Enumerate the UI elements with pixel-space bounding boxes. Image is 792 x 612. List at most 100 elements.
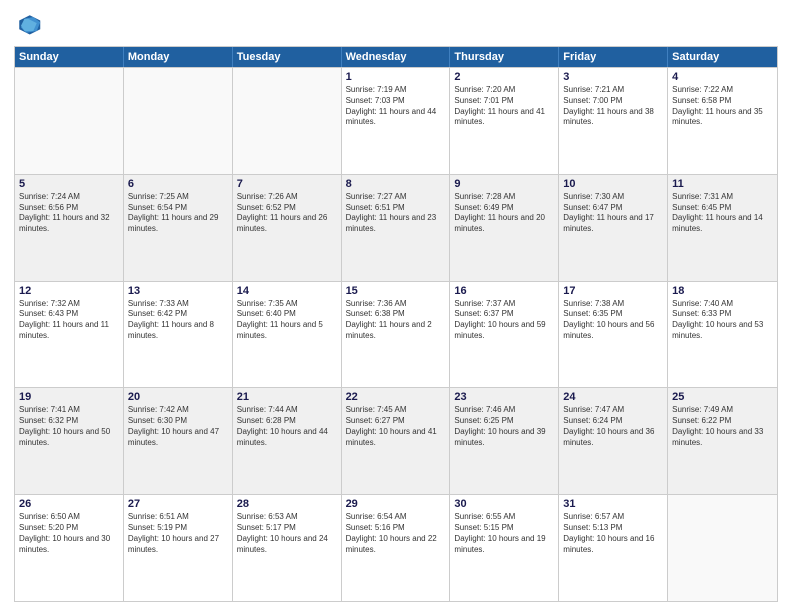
day-info: Sunrise: 7:24 AMSunset: 6:56 PMDaylight:… (19, 192, 119, 235)
calendar-cell: 17 Sunrise: 7:38 AMSunset: 6:35 PMDayligh… (559, 282, 668, 388)
day-info: Sunrise: 6:55 AMSunset: 5:15 PMDaylight:… (454, 512, 554, 555)
day-number: 2 (454, 71, 554, 83)
day-number: 29 (346, 498, 446, 510)
day-info: Sunrise: 7:42 AMSunset: 6:30 PMDaylight:… (128, 405, 228, 448)
calendar-row-3: 19 Sunrise: 7:41 AMSunset: 6:32 PMDayligh… (15, 387, 777, 494)
header-day-friday: Friday (559, 47, 668, 67)
day-number: 19 (19, 391, 119, 403)
calendar-cell (233, 68, 342, 174)
header (14, 10, 778, 38)
calendar-cell: 8 Sunrise: 7:27 AMSunset: 6:51 PMDaylight… (342, 175, 451, 281)
day-info: Sunrise: 7:22 AMSunset: 6:58 PMDaylight:… (672, 85, 773, 128)
day-info: Sunrise: 7:38 AMSunset: 6:35 PMDaylight:… (563, 299, 663, 342)
day-info: Sunrise: 7:32 AMSunset: 6:43 PMDaylight:… (19, 299, 119, 342)
calendar-row-1: 5 Sunrise: 7:24 AMSunset: 6:56 PMDaylight… (15, 174, 777, 281)
logo (14, 10, 46, 38)
calendar-cell: 31Sunrise: 6:57 AMSunset: 5:13 PMDayligh… (559, 495, 668, 601)
day-number: 8 (346, 178, 446, 190)
calendar-cell: 18 Sunrise: 7:40 AMSunset: 6:33 PMDayligh… (668, 282, 777, 388)
day-info: Sunrise: 7:46 AMSunset: 6:25 PMDaylight:… (454, 405, 554, 448)
day-info: Sunrise: 7:45 AMSunset: 6:27 PMDaylight:… (346, 405, 446, 448)
day-info: Sunrise: 7:21 AMSunset: 7:00 PMDaylight:… (563, 85, 663, 128)
calendar-cell: 22 Sunrise: 7:45 AMSunset: 6:27 PMDayligh… (342, 388, 451, 494)
day-info: Sunrise: 7:47 AMSunset: 6:24 PMDaylight:… (563, 405, 663, 448)
calendar-body: 1 Sunrise: 7:19 AMSunset: 7:03 PMDaylight… (15, 67, 777, 601)
day-number: 21 (237, 391, 337, 403)
day-number: 15 (346, 285, 446, 297)
header-day-thursday: Thursday (450, 47, 559, 67)
day-number: 4 (672, 71, 773, 83)
calendar-cell: 28 Sunrise: 6:53 AMSunset: 5:17 PMDayligh… (233, 495, 342, 601)
day-number: 16 (454, 285, 554, 297)
calendar-cell: 4 Sunrise: 7:22 AMSunset: 6:58 PMDaylight… (668, 68, 777, 174)
day-number: 24 (563, 391, 663, 403)
day-number: 28 (237, 498, 337, 510)
day-info: Sunrise: 7:30 AMSunset: 6:47 PMDaylight:… (563, 192, 663, 235)
header-day-sunday: Sunday (15, 47, 124, 67)
calendar-cell: 7Sunrise: 7:26 AMSunset: 6:52 PMDaylight… (233, 175, 342, 281)
day-info: Sunrise: 7:36 AMSunset: 6:38 PMDaylight:… (346, 299, 446, 342)
day-info: Sunrise: 7:49 AMSunset: 6:22 PMDaylight:… (672, 405, 773, 448)
day-number: 17 (563, 285, 663, 297)
calendar-cell: 11 Sunrise: 7:31 AMSunset: 6:45 PMDayligh… (668, 175, 777, 281)
day-info: Sunrise: 7:31 AMSunset: 6:45 PMDaylight:… (672, 192, 773, 235)
header-day-tuesday: Tuesday (233, 47, 342, 67)
calendar-cell: 3Sunrise: 7:21 AMSunset: 7:00 PMDaylight… (559, 68, 668, 174)
calendar-cell: 29Sunrise: 6:54 AMSunset: 5:16 PMDayligh… (342, 495, 451, 601)
day-number: 22 (346, 391, 446, 403)
calendar-cell: 1 Sunrise: 7:19 AMSunset: 7:03 PMDaylight… (342, 68, 451, 174)
logo-icon (14, 10, 42, 38)
calendar-cell: 25Sunrise: 7:49 AMSunset: 6:22 PMDayligh… (668, 388, 777, 494)
calendar-cell: 27 Sunrise: 6:51 AMSunset: 5:19 PMDayligh… (124, 495, 233, 601)
calendar-cell: 21 Sunrise: 7:44 AMSunset: 6:28 PMDayligh… (233, 388, 342, 494)
day-info: Sunrise: 7:41 AMSunset: 6:32 PMDaylight:… (19, 405, 119, 448)
day-info: Sunrise: 6:51 AMSunset: 5:19 PMDaylight:… (128, 512, 228, 555)
calendar-cell: 20 Sunrise: 7:42 AMSunset: 6:30 PMDayligh… (124, 388, 233, 494)
day-info: Sunrise: 7:37 AMSunset: 6:37 PMDaylight:… (454, 299, 554, 342)
day-info: Sunrise: 7:44 AMSunset: 6:28 PMDaylight:… (237, 405, 337, 448)
calendar-cell: 2 Sunrise: 7:20 AMSunset: 7:01 PMDaylight… (450, 68, 559, 174)
day-number: 27 (128, 498, 228, 510)
day-number: 5 (19, 178, 119, 190)
calendar-cell (124, 68, 233, 174)
calendar-cell: 9Sunrise: 7:28 AMSunset: 6:49 PMDaylight… (450, 175, 559, 281)
calendar-row-2: 12 Sunrise: 7:32 AMSunset: 6:43 PMDayligh… (15, 281, 777, 388)
calendar-cell: 14Sunrise: 7:35 AMSunset: 6:40 PMDayligh… (233, 282, 342, 388)
header-day-monday: Monday (124, 47, 233, 67)
day-info: Sunrise: 7:40 AMSunset: 6:33 PMDaylight:… (672, 299, 773, 342)
day-number: 26 (19, 498, 119, 510)
day-number: 18 (672, 285, 773, 297)
day-number: 13 (128, 285, 228, 297)
calendar-cell: 15 Sunrise: 7:36 AMSunset: 6:38 PMDayligh… (342, 282, 451, 388)
day-info: Sunrise: 6:50 AMSunset: 5:20 PMDaylight:… (19, 512, 119, 555)
day-info: Sunrise: 7:26 AMSunset: 6:52 PMDaylight:… (237, 192, 337, 235)
calendar-header: SundayMondayTuesdayWednesdayThursdayFrid… (15, 47, 777, 67)
day-number: 23 (454, 391, 554, 403)
day-number: 6 (128, 178, 228, 190)
day-number: 20 (128, 391, 228, 403)
calendar-cell: 6 Sunrise: 7:25 AMSunset: 6:54 PMDaylight… (124, 175, 233, 281)
calendar-cell: 24 Sunrise: 7:47 AMSunset: 6:24 PMDayligh… (559, 388, 668, 494)
day-info: Sunrise: 7:33 AMSunset: 6:42 PMDaylight:… (128, 299, 228, 342)
calendar-cell: 16 Sunrise: 7:37 AMSunset: 6:37 PMDayligh… (450, 282, 559, 388)
day-info: Sunrise: 7:27 AMSunset: 6:51 PMDaylight:… (346, 192, 446, 235)
day-info: Sunrise: 7:19 AMSunset: 7:03 PMDaylight:… (346, 85, 446, 128)
calendar-cell: 13 Sunrise: 7:33 AMSunset: 6:42 PMDayligh… (124, 282, 233, 388)
day-info: Sunrise: 7:20 AMSunset: 7:01 PMDaylight:… (454, 85, 554, 128)
calendar-row-4: 26 Sunrise: 6:50 AMSunset: 5:20 PMDayligh… (15, 494, 777, 601)
calendar-cell (668, 495, 777, 601)
day-info: Sunrise: 7:28 AMSunset: 6:49 PMDaylight:… (454, 192, 554, 235)
day-number: 1 (346, 71, 446, 83)
day-number: 30 (454, 498, 554, 510)
day-number: 11 (672, 178, 773, 190)
day-info: Sunrise: 7:25 AMSunset: 6:54 PMDaylight:… (128, 192, 228, 235)
day-number: 14 (237, 285, 337, 297)
header-day-saturday: Saturday (668, 47, 777, 67)
day-number: 12 (19, 285, 119, 297)
calendar-cell: 23 Sunrise: 7:46 AMSunset: 6:25 PMDayligh… (450, 388, 559, 494)
calendar-row-0: 1 Sunrise: 7:19 AMSunset: 7:03 PMDaylight… (15, 67, 777, 174)
calendar-cell (15, 68, 124, 174)
calendar-cell: 26 Sunrise: 6:50 AMSunset: 5:20 PMDayligh… (15, 495, 124, 601)
day-info: Sunrise: 6:53 AMSunset: 5:17 PMDaylight:… (237, 512, 337, 555)
header-day-wednesday: Wednesday (342, 47, 451, 67)
